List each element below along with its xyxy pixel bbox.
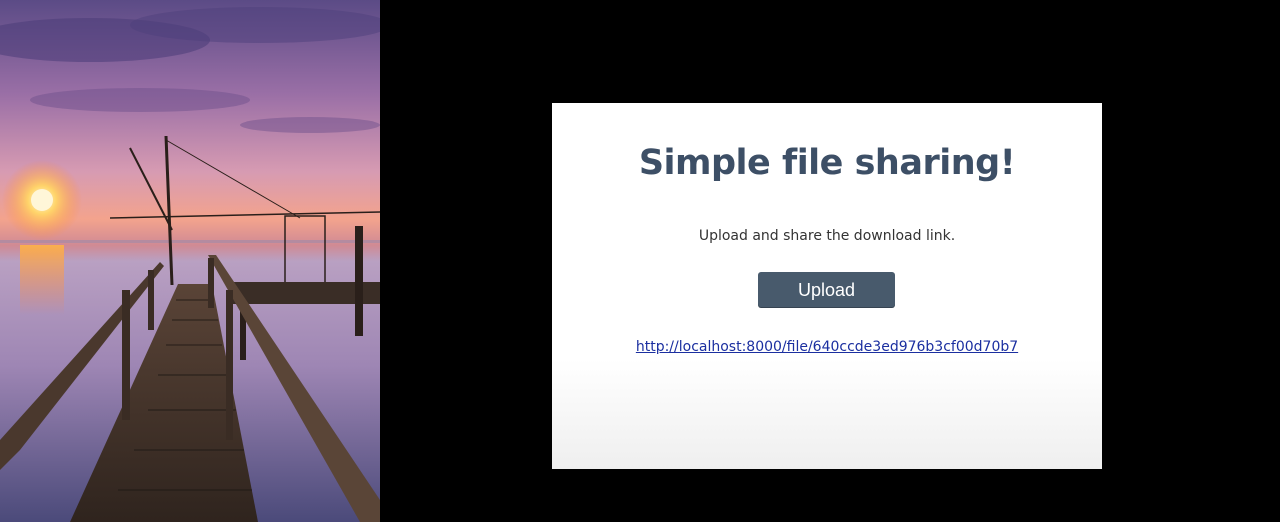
upload-instructions: Upload and share the download link.	[698, 228, 956, 244]
upload-button[interactable]: Upload	[758, 272, 895, 308]
download-link[interactable]: http://localhost:8000/file/640ccde3ed976…	[552, 339, 1102, 355]
page-title: Simple file sharing!	[638, 143, 1016, 183]
sunset-pier-image	[0, 0, 380, 522]
screen: Simple file sharing! Upload and share th…	[0, 0, 1280, 522]
file-sharing-card: Simple file sharing! Upload and share th…	[552, 103, 1102, 469]
